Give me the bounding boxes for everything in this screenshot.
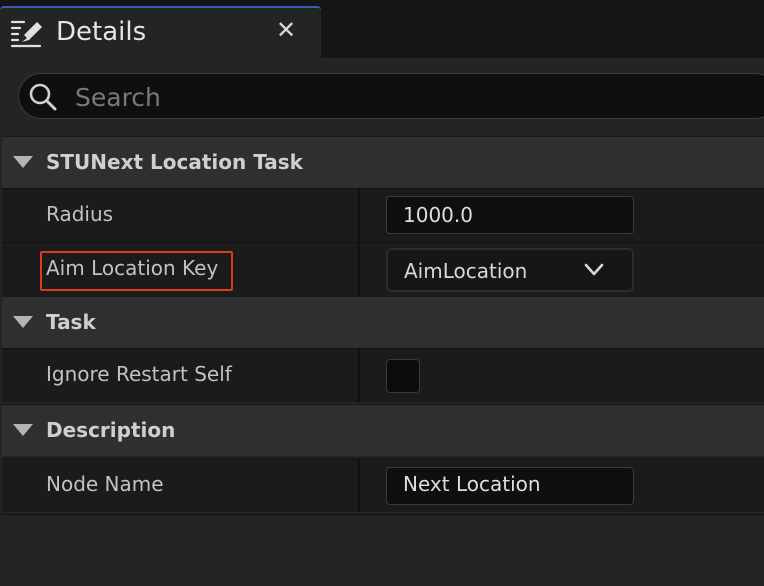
search-box[interactable]: [18, 73, 764, 119]
highlight-annotation: [40, 251, 233, 291]
search-bar: [0, 58, 764, 136]
category-label: Task: [46, 310, 96, 334]
dropdown-value: AimLocation: [404, 259, 528, 283]
radius-field[interactable]: 1000.0: [386, 196, 634, 234]
column-divider[interactable]: [358, 349, 360, 402]
chevron-down-icon: [584, 263, 604, 276]
property-label: Radius: [46, 202, 114, 226]
close-icon[interactable]: ✕: [274, 18, 298, 42]
panel-empty-area: [2, 514, 764, 586]
collapse-arrow-icon[interactable]: [13, 424, 33, 436]
property-row-radius: Radius 1000.0: [2, 188, 764, 242]
ignore-restart-self-checkbox[interactable]: [386, 359, 420, 393]
property-row-ignore-restart-self: Ignore Restart Self: [2, 348, 764, 402]
category-label: STUNext Location Task: [46, 150, 303, 174]
edit-list-icon: [10, 20, 42, 48]
category-task[interactable]: Task: [2, 296, 764, 348]
collapse-arrow-icon[interactable]: [13, 156, 33, 168]
search-icon: [29, 83, 57, 111]
details-tab[interactable]: Details ✕: [0, 6, 321, 58]
column-divider[interactable]: [358, 189, 360, 242]
tab-title: Details: [56, 17, 147, 47]
search-input[interactable]: [73, 78, 757, 116]
node-name-value: Next Location: [403, 472, 541, 496]
column-divider[interactable]: [358, 459, 360, 512]
node-name-field[interactable]: Next Location: [386, 467, 634, 505]
column-divider[interactable]: [358, 243, 360, 296]
property-row-node-name: Node Name Next Location: [2, 458, 764, 512]
category-stunext-location-task[interactable]: STUNext Location Task: [2, 136, 764, 188]
details-panel: STUNext Location Task Radius 1000.0 Aim …: [0, 58, 764, 586]
category-label: Description: [46, 418, 176, 442]
property-label: Node Name: [46, 472, 164, 496]
collapse-arrow-icon[interactable]: [13, 316, 33, 328]
property-label: Ignore Restart Self: [46, 362, 232, 386]
category-description[interactable]: Description: [2, 404, 764, 456]
aim-location-key-dropdown[interactable]: AimLocation: [386, 248, 634, 292]
radius-value: 1000.0: [403, 203, 473, 227]
tab-bar: Details ✕: [0, 0, 764, 58]
